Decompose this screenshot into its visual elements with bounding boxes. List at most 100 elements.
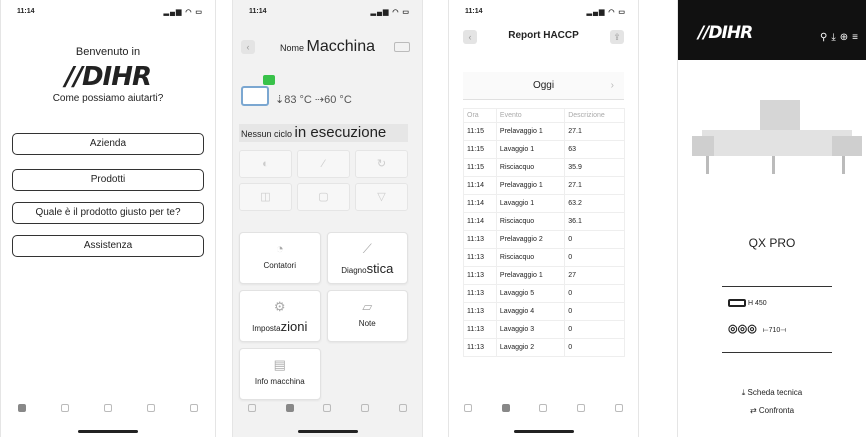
row-description: 27.1 <box>564 122 625 141</box>
program-brush-icon[interactable]: ⁄ <box>297 150 350 178</box>
bottom-nav <box>233 397 422 419</box>
product-finder-button[interactable]: Quale è il prodotto giusto per te? <box>12 202 204 224</box>
program-drop-icon[interactable]: ◐ <box>239 150 292 178</box>
height-value: H 450 <box>747 299 767 307</box>
row-time: 11:13 <box>463 284 497 303</box>
tile-label-main: stica <box>366 261 394 276</box>
chevron-right-icon: › <box>610 80 614 91</box>
program-cycle-icon[interactable]: ↻ <box>355 150 408 178</box>
nav-machine-icon[interactable] <box>501 404 510 412</box>
temperature-readout: ⇣83 °C ⇢60 °C <box>275 94 352 106</box>
function-tiles: ◔ Contatori ⟋ Diagnostica ⚙ Impostazioni… <box>239 232 408 400</box>
table-row: 11:14 Risciacquo 36.1 <box>463 212 625 231</box>
search-icon[interactable]: ⚲ <box>820 32 831 43</box>
width-value: 710 <box>768 327 781 334</box>
row-event: Lavaggio 4 <box>495 302 566 321</box>
datasheet-link[interactable]: ⤓ Scheda tecnica <box>678 388 866 398</box>
dihr-logo: //DIHR <box>64 62 152 92</box>
row-description: 0 <box>564 284 625 303</box>
nav-grid-icon[interactable] <box>539 404 548 412</box>
machine-card-icon[interactable] <box>394 42 410 52</box>
compare-link[interactable]: ⇄ Confronta <box>678 406 866 415</box>
table-row: 11:13 Lavaggio 20 <box>463 338 625 357</box>
tile-counters[interactable]: ◔ Contatori <box>239 232 321 284</box>
tile-label-main: zioni <box>280 319 308 334</box>
row-event: Risciacquo <box>495 248 566 267</box>
table-row: 11:13 Lavaggio 30 <box>463 320 625 339</box>
nav-machine-icon[interactable] <box>61 404 70 412</box>
hamburger-menu-icon[interactable]: ≡ <box>852 32 862 43</box>
nav-settings-icon[interactable] <box>399 404 408 412</box>
row-event: Prelavaggio 2 <box>495 230 566 249</box>
row-event: Risciacquo <box>495 212 566 231</box>
status-time: 11:14 <box>17 8 35 15</box>
tile-label: Note <box>358 319 376 328</box>
tile-label-prefix: Diagno <box>341 266 367 275</box>
compare-label: Confronta <box>758 406 795 415</box>
status-bar: 11:14 ▂▄▆ ◠ ▭ <box>449 8 638 22</box>
table-header-row: Ora Evento Descrizione <box>463 108 625 123</box>
tile-label: Info macchina <box>254 377 305 386</box>
tile-diagnostics[interactable]: ⟋ Diagnostica <box>326 232 408 284</box>
divider <box>722 286 832 287</box>
datasheet-label: Scheda tecnica <box>747 388 803 397</box>
status-time: 11:14 <box>465 8 483 15</box>
table-row: 11:15 Lavaggio 1 63 <box>463 140 625 159</box>
row-time: 11:13 <box>463 266 497 285</box>
assistenza-button[interactable]: Assistenza <box>12 235 204 257</box>
row-description: 27 <box>564 266 625 285</box>
globe-icon[interactable]: ⊕ <box>840 32 852 43</box>
program-eco-icon[interactable]: ▢ <box>297 183 350 211</box>
haccp-report-screen: 11:14 ▂▄▆ ◠ ▭ ‹ Report HACCP ⇪ Oggi › Or… <box>448 0 639 437</box>
home-indicator <box>297 430 358 433</box>
row-description: 0 <box>564 320 625 339</box>
top-actions: ⚲⤓⊕≡ <box>820 32 862 43</box>
row-time: 11:13 <box>463 338 497 357</box>
row-description: 63.2 <box>564 194 625 213</box>
table-row: 11:14 Prelavaggio 1 27.1 <box>463 176 625 195</box>
date-filter[interactable]: Oggi › <box>463 72 624 100</box>
nav-grid-icon[interactable] <box>103 404 112 412</box>
row-event: Lavaggio 5 <box>495 284 566 303</box>
nav-circle-icon[interactable] <box>577 404 586 412</box>
product-detail-screen: //DIHR ⚲⤓⊕≡ QX PRO H 450 ◎◎◎ ⟝710⟞ ⤓ Sch… <box>677 0 866 437</box>
azienda-button[interactable]: Azienda <box>12 133 204 155</box>
table-row: 11:13 Lavaggio 50 <box>463 284 625 303</box>
nav-home-icon[interactable] <box>463 404 472 412</box>
dihr-logo[interactable]: //DIHR <box>698 23 753 43</box>
gear-icon: ⚙ <box>273 299 286 314</box>
program-filter-icon[interactable]: ▽ <box>355 183 408 211</box>
nav-machine-icon[interactable] <box>285 404 294 412</box>
prodotti-button[interactable]: Prodotti <box>12 169 204 191</box>
note-icon: ▱ <box>362 299 373 314</box>
nav-settings-icon[interactable] <box>615 404 624 412</box>
nav-home-icon[interactable] <box>247 404 256 412</box>
row-event: Prelavaggio 1 <box>495 122 566 141</box>
tile-machine-info[interactable]: ▤ Info macchina <box>239 348 321 400</box>
nav-home-icon[interactable] <box>18 404 27 412</box>
row-description: 0 <box>564 248 625 267</box>
tile-settings[interactable]: ⚙ Impostazioni <box>239 290 321 342</box>
share-icon[interactable]: ⇪ <box>610 30 624 44</box>
nav-settings-icon[interactable] <box>189 404 198 412</box>
program-intensive-icon[interactable]: ◫ <box>239 183 292 211</box>
cycle-main: in esecuzione <box>294 124 387 141</box>
signal-wifi-battery-icon: ▂▄▆ ◠ ▭ <box>586 9 626 16</box>
tile-notes[interactable]: ▱ Note <box>326 290 408 342</box>
nav-grid-icon[interactable] <box>323 404 332 412</box>
compare-arrows-icon: ⇄ <box>749 406 757 415</box>
download-icon[interactable]: ⤓ <box>831 32 839 43</box>
nav-circle-icon[interactable] <box>146 404 155 412</box>
tile-label-prefix: Imposta <box>252 324 281 333</box>
nav-circle-icon[interactable] <box>361 404 370 412</box>
row-time: 11:14 <box>463 212 497 231</box>
status-bar: 11:14 ▂▄▆ ◠ ▭ <box>1 8 215 22</box>
row-description: 0 <box>564 302 625 321</box>
home-indicator <box>78 430 138 433</box>
row-time: 11:14 <box>463 176 497 195</box>
cycle-prefix: Nessun ciclo <box>241 129 293 139</box>
bottom-nav <box>449 397 638 419</box>
row-time: 11:15 <box>463 122 497 141</box>
row-description: 63 <box>564 140 625 159</box>
chart-icon: ⟋ <box>362 241 372 256</box>
